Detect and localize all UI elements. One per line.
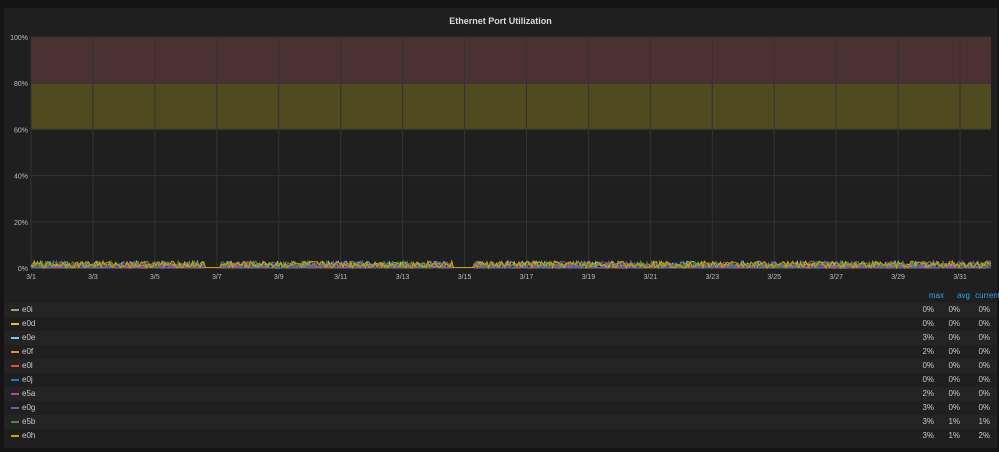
legend-header: max avg current [4, 289, 999, 303]
series-current: 0% [978, 375, 990, 384]
legend-row-e0f[interactable]: e0f 2% 0% 0% [4, 345, 997, 359]
x-tick-label: 3/1 [26, 274, 36, 281]
chart-area: 0% 20% 40% 60% 80% 100% 3/1 3/3 3/5 3/7 3/9 3/11 3/1… [10, 35, 992, 281]
legend-row-e5b[interactable]: e5b 3% 1% 1% [4, 415, 997, 429]
x-tick-label: 3/9 [274, 274, 284, 281]
series-name[interactable]: e0h [22, 431, 35, 440]
series-avg: 0% [948, 389, 960, 398]
x-tick-label: 3/7 [212, 274, 222, 281]
series-color-swatch[interactable] [11, 309, 19, 311]
legend-row-e0i[interactable]: e0i 0% 0% 0% [4, 303, 997, 317]
series-color-swatch[interactable] [11, 351, 19, 353]
series-current: 0% [978, 389, 990, 398]
series-name[interactable]: e0f [22, 347, 33, 356]
series-color-swatch[interactable] [11, 379, 19, 381]
legend-row-e0e[interactable]: e0e 3% 0% 0% [4, 331, 997, 345]
legend-header-current[interactable]: current [960, 291, 999, 300]
series-avg: 0% [948, 347, 960, 356]
y-tick-label: 0% [18, 266, 28, 273]
series-name[interactable]: e0d [22, 319, 35, 328]
x-tick-label: 3/15 [458, 274, 472, 281]
series-color-swatch[interactable] [11, 323, 19, 325]
series-current: 0% [978, 305, 990, 314]
series-color-swatch[interactable] [11, 421, 19, 423]
series-name[interactable]: e0l [22, 361, 33, 370]
series-current: 0% [978, 319, 990, 328]
legend-row-e0d[interactable]: e0d 0% 0% 0% [4, 317, 997, 331]
series-current: 0% [978, 361, 990, 370]
x-tick-label: 3/3 [88, 274, 98, 281]
series-current: 0% [978, 403, 990, 412]
legend-row-e5a[interactable]: e5a 2% 0% 0% [4, 387, 997, 401]
x-tick-label: 3/25 [767, 274, 781, 281]
series-current: 1% [978, 417, 990, 426]
threshold-band [31, 83, 991, 130]
series-current: 0% [978, 333, 990, 342]
series-name[interactable]: e5a [22, 389, 35, 398]
series-name[interactable]: e0g [22, 403, 35, 412]
graph-panel: Ethernet Port Utilization 0% 20% 40% 60% 80%… [4, 8, 999, 448]
series-name[interactable]: e5b [22, 417, 35, 426]
legend-row-e0l[interactable]: e0l 0% 0% 0% [4, 359, 997, 373]
series-name[interactable]: e0j [22, 375, 33, 384]
x-tick-label: 3/5 [150, 274, 160, 281]
legend-row-e0h[interactable]: e0h 3% 1% 2% [4, 429, 997, 443]
y-tick-label: 40% [14, 174, 28, 181]
threshold-band [31, 37, 991, 84]
series-avg: 0% [948, 333, 960, 342]
legend-table: max avg current e0i 0% 0% 0% e0d 0% 0% 0… [4, 289, 999, 443]
x-tick-label: 3/29 [891, 274, 905, 281]
series-avg: 0% [948, 375, 960, 384]
series-name[interactable]: e0i [22, 305, 33, 314]
series-avg: 0% [948, 403, 960, 412]
x-tick-label: 3/17 [520, 274, 534, 281]
series-avg: 0% [948, 361, 960, 370]
series-name[interactable]: e0e [22, 333, 35, 342]
series-current: 0% [978, 347, 990, 356]
x-tick-label: 3/21 [644, 274, 658, 281]
x-tick-label: 3/13 [396, 274, 410, 281]
series-avg: 0% [948, 319, 960, 328]
series-color-swatch[interactable] [11, 407, 19, 409]
series-color-swatch[interactable] [11, 337, 19, 339]
y-tick-label: 100% [10, 35, 28, 42]
x-tick-label: 3/19 [582, 274, 596, 281]
x-tick-label: 3/23 [705, 274, 719, 281]
legend-row-e0j[interactable]: e0j 0% 0% 0% [4, 373, 997, 387]
y-tick-label: 80% [14, 81, 28, 88]
series-avg: 1% [948, 417, 960, 426]
legend-row-e0g[interactable]: e0g 3% 0% 0% [4, 401, 997, 415]
x-tick-label: 3/27 [829, 274, 843, 281]
y-tick-label: 60% [14, 127, 28, 134]
y-tick-label: 20% [14, 220, 28, 227]
series-color-swatch[interactable] [11, 365, 19, 367]
series-avg: 1% [948, 431, 960, 440]
series-color-swatch[interactable] [11, 435, 19, 437]
x-tick-label: 3/11 [334, 274, 347, 281]
series-current: 2% [978, 431, 990, 440]
series-color-swatch[interactable] [11, 393, 19, 395]
x-tick-label: 3/31 [953, 274, 967, 281]
series-avg: 0% [948, 305, 960, 314]
